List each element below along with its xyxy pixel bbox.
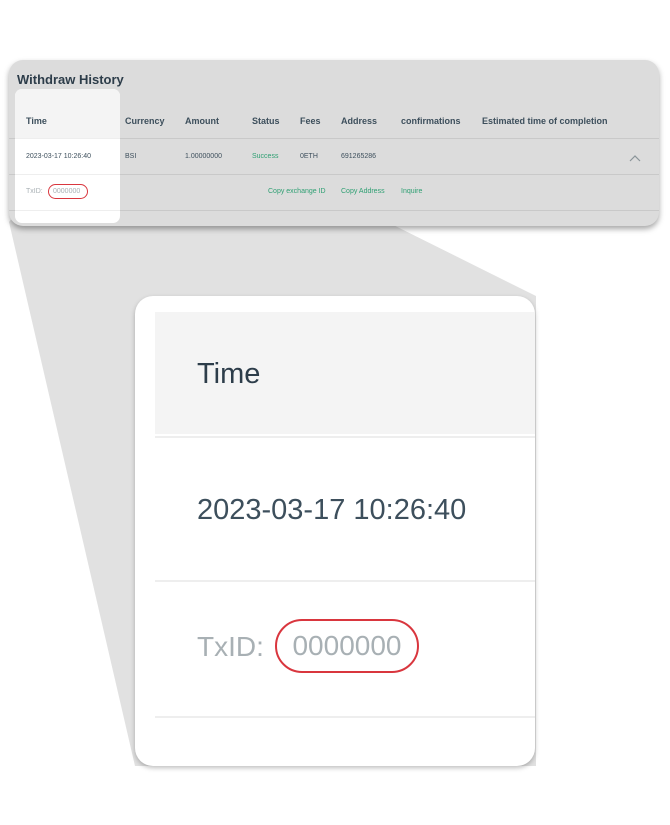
row-currency: BSI <box>125 153 137 160</box>
time-header-bg <box>15 89 120 138</box>
row-divider <box>15 210 120 211</box>
col-header-status: Status <box>252 116 280 126</box>
time-column-highlight: Time 2023-03-17 10:26:40 TxID: 0000000 <box>15 89 120 223</box>
zoom-divider <box>155 716 535 718</box>
zoom-date: 2023-03-17 10:26:40 <box>197 494 467 526</box>
row-amount: 1.00000000 <box>185 153 222 160</box>
col-header-amount: Amount <box>185 116 219 126</box>
txid-label: TxID: <box>26 188 43 195</box>
col-header-fees: Fees <box>300 116 321 126</box>
row-time: 2023-03-17 10:26:40 <box>26 153 91 160</box>
col-header-time: Time <box>26 116 47 126</box>
zoom-txid-value[interactable]: 0000000 <box>275 619 419 673</box>
zoom-time-header: Time <box>197 358 261 390</box>
row-status: Success <box>252 153 279 160</box>
row-address: 691265286 <box>341 153 377 160</box>
copy-exchange-id-link[interactable]: Copy exchange ID <box>268 188 326 195</box>
zoom-panel: Time 2023-03-17 10:26:40 TxID: 0000000 <box>135 296 535 766</box>
zoom-txid-label: TxID: <box>197 631 264 662</box>
zoom-divider <box>155 580 535 582</box>
row-divider <box>15 138 120 139</box>
col-header-address: Address <box>341 116 378 126</box>
zoom-divider <box>155 436 535 438</box>
inquire-link[interactable]: Inquire <box>401 188 422 195</box>
row-fees: 0ETH <box>300 153 318 160</box>
txid-value[interactable]: 0000000 <box>53 188 80 195</box>
col-header-currency: Currency <box>125 116 165 126</box>
chevron-up-icon[interactable] <box>629 154 641 162</box>
col-header-estimated-time: Estimated time of completion <box>482 116 608 126</box>
col-header-confirmations: confirmations <box>401 116 461 126</box>
copy-address-link[interactable]: Copy Address <box>341 188 385 195</box>
row-divider <box>15 174 120 175</box>
